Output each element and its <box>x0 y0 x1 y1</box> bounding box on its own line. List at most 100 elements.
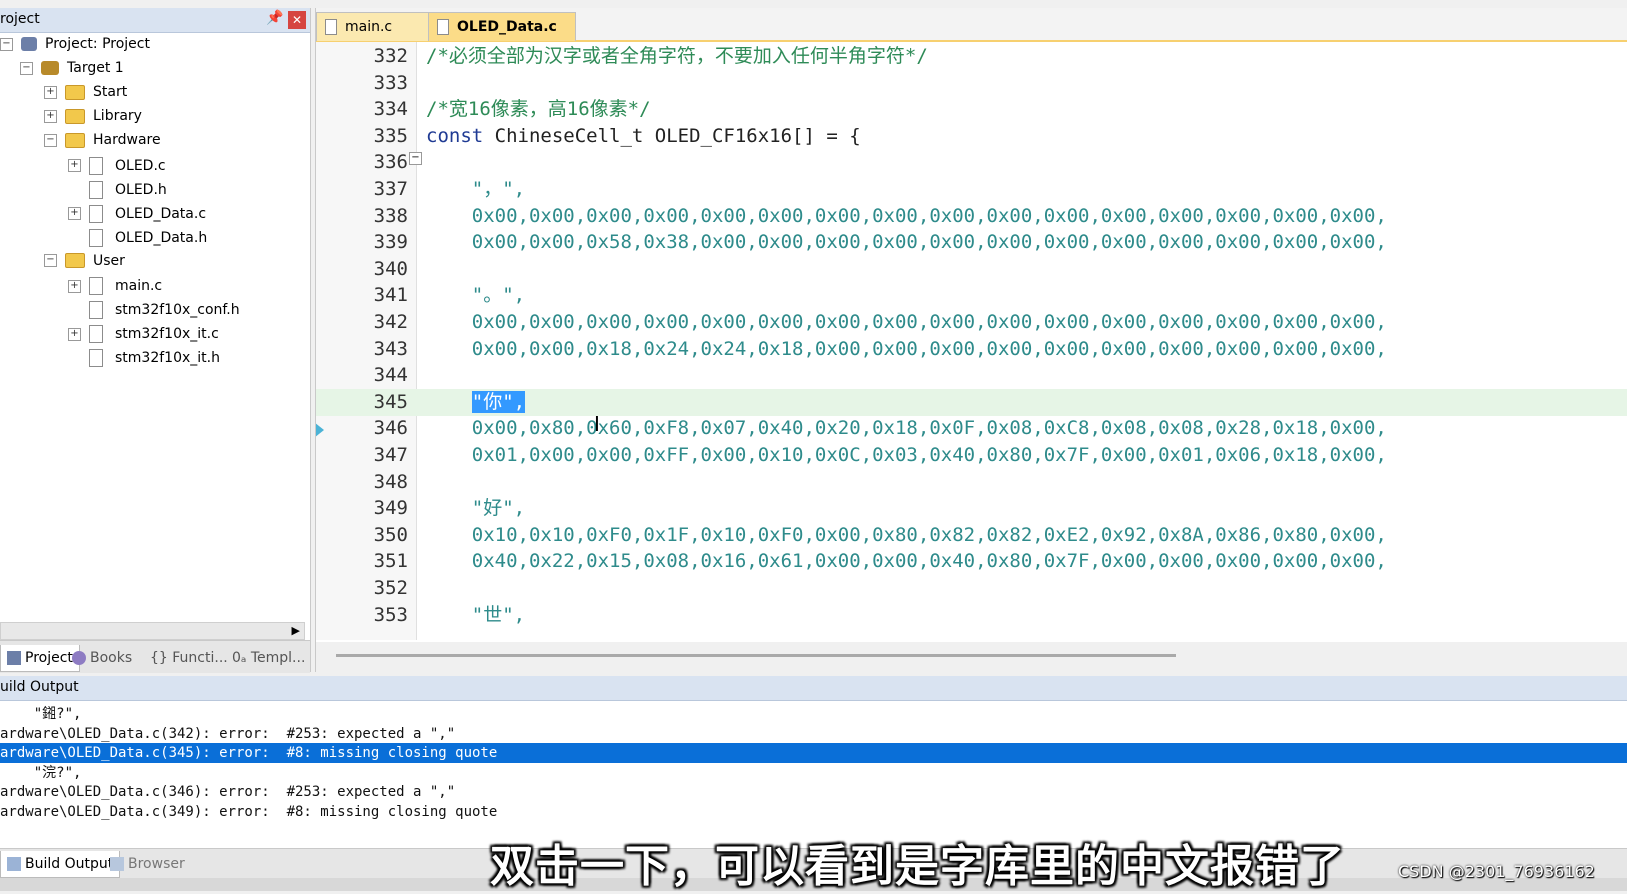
file-icon <box>89 349 103 368</box>
close-panel-button[interactable]: ✕ <box>288 11 306 29</box>
build-output-line[interactable]: ardware\OLED_Data.c(342): error: #253: e… <box>0 724 1627 744</box>
tree-item-label: OLED_Data.h <box>115 229 208 246</box>
collapse-icon[interactable]: − <box>0 37 13 51</box>
tab-templates[interactable]: 0ₐ Templ... <box>232 645 305 671</box>
tree-item-label: Library <box>93 108 142 125</box>
code-line[interactable]: 353 "世", <box>316 602 1627 629</box>
tab-build-output[interactable]: Build Output <box>0 851 121 878</box>
tree-item-label: main.c <box>115 278 163 294</box>
expand-icon[interactable]: + <box>68 207 81 221</box>
code-line[interactable]: 334 /*宽16像素，高16像素*/ <box>316 96 1627 123</box>
fold-collapse-icon[interactable]: − <box>409 152 422 165</box>
code-line[interactable]: 337 "，", <box>316 176 1627 203</box>
tree-item[interactable]: + main.c <box>68 277 162 299</box>
tree-item-label: Start <box>93 84 128 101</box>
tab-project[interactable]: Project <box>0 645 80 672</box>
tree-item[interactable]: − Project: Project <box>0 36 150 58</box>
tree-item-label: stm32f10x_it.c <box>115 326 219 343</box>
tree-item[interactable]: − Target 1 <box>20 60 124 82</box>
code-line[interactable]: 348 <box>316 469 1627 496</box>
pin-icon[interactable]: 📌 <box>266 10 283 26</box>
video-subtitle: 双击一下，可以看到是字库里的中文报错了 <box>490 841 1345 892</box>
code-line[interactable]: 340 <box>316 256 1627 283</box>
code-text: "世", <box>426 603 526 626</box>
code-text: /*必须全部为汉字或者全角字符，不要加入任何半角字符*/ <box>426 45 928 67</box>
build-output-line[interactable]: "鎺?", <box>0 704 1627 724</box>
collapse-icon[interactable]: − <box>44 254 57 268</box>
scroll-right-arrow-icon[interactable]: ▶ <box>292 624 300 637</box>
code-line[interactable]: 349 "好", <box>316 495 1627 522</box>
line-number: 345 <box>373 390 408 413</box>
line-number: 336 <box>373 151 408 174</box>
code-line[interactable]: 339 0x00,0x00,0x58,0x38,0x00,0x00,0x00,0… <box>316 229 1627 256</box>
code-line[interactable]: 333 <box>316 70 1627 97</box>
code-text: 0x00,0x80,0x60,0xF8,0x07,0x40,0x20,0x18,… <box>426 417 1387 440</box>
tree-item[interactable]: stm32f10x_it.h <box>68 349 220 371</box>
expand-icon[interactable]: + <box>68 159 81 172</box>
tree-item[interactable]: + OLED.c <box>68 156 166 179</box>
tree-item[interactable]: OLED_Data.h <box>68 228 208 251</box>
tree-item[interactable]: stm32f10x_conf.h <box>68 301 240 323</box>
code-text: 0x00,0x00,0x58,0x38,0x00,0x00,0x00,0x00,… <box>426 231 1387 254</box>
tree-item[interactable]: + Library <box>44 108 142 130</box>
scrollbar-thumb[interactable] <box>336 654 1176 657</box>
build-output-title: uild Output <box>0 679 79 695</box>
code-text: "。", <box>426 284 526 307</box>
line-number: 351 <box>373 550 408 573</box>
tree-item[interactable]: − Hardware <box>44 132 161 154</box>
project-panel-header: roject 📌 ✕ <box>0 8 310 33</box>
folder-icon <box>65 132 85 148</box>
line-number: 350 <box>373 523 408 546</box>
code-area[interactable]: 332 /*必须全部为汉字或者全角字符，不要加入任何半角字符*/ 333 334 /*宽… <box>316 42 1627 640</box>
build-output-line[interactable]: "浣?", <box>0 763 1627 783</box>
code-line[interactable]: 342 0x00,0x00,0x00,0x00,0x00,0x00,0x00,0… <box>316 309 1627 336</box>
tab-browser[interactable]: Browser <box>110 851 185 877</box>
tree-item[interactable]: + OLED_Data.c <box>68 204 207 227</box>
code-text: 0x00,0x00,0x00,0x00,0x00,0x00,0x00,0x00,… <box>426 204 1387 227</box>
code-line[interactable]: 352 <box>316 575 1627 602</box>
code-line[interactable]: 338 0x00,0x00,0x00,0x00,0x00,0x00,0x00,0… <box>316 203 1627 230</box>
tree-item[interactable]: + Start <box>44 84 127 106</box>
tree-item[interactable]: OLED.h <box>68 180 167 203</box>
tab-main-c[interactable]: main.c <box>316 12 438 41</box>
expand-icon[interactable]: + <box>44 85 57 99</box>
tree-item[interactable]: + stm32f10x_it.c <box>68 325 219 347</box>
build-output-line[interactable]: ardware\OLED_Data.c(349): error: #8: mis… <box>0 802 1627 822</box>
build-output-line[interactable]: ardware\OLED_Data.c(346): error: #253: e… <box>0 782 1627 802</box>
code-line[interactable]: 335 const ChineseCell_t OLED_CF16x16[] = … <box>316 123 1627 150</box>
expand-icon[interactable]: + <box>68 327 81 341</box>
code-line[interactable]: 351 0x40,0x22,0x15,0x08,0x16,0x61,0x00,0… <box>316 548 1627 575</box>
code-line[interactable]: 336 <box>316 149 1627 176</box>
tab-functions[interactable]: {} Functi... <box>150 645 228 671</box>
code-line[interactable]: 350 0x10,0x10,0xF0,0x1F,0x10,0xF0,0x00,0… <box>316 522 1627 549</box>
code-line[interactable]: 343 0x00,0x00,0x18,0x24,0x24,0x18,0x00,0… <box>316 336 1627 363</box>
expand-icon[interactable]: + <box>44 109 57 123</box>
tab-books[interactable]: Books <box>72 645 132 671</box>
tree-item-label: OLED.h <box>115 181 167 198</box>
collapse-icon[interactable]: − <box>44 133 57 147</box>
editor-horizontal-scrollbar[interactable] <box>316 642 1627 672</box>
browser-icon <box>110 857 124 871</box>
code-line[interactable]: 332 /*必须全部为汉字或者全角字符，不要加入任何半角字符*/ <box>316 43 1627 70</box>
tree-item-label: OLED_Data.c <box>115 205 207 222</box>
tab-oled-data-c[interactable]: OLED_Data.c <box>428 12 576 41</box>
watermark: CSDN @2301_76936162 <box>1398 862 1595 881</box>
collapse-icon[interactable]: − <box>20 61 33 75</box>
tree-item[interactable]: − User <box>44 253 125 275</box>
code-editor: main.c OLED_Data.c 332 /*必须全部为汉字或者全角字符，不要… <box>315 8 1627 672</box>
code-text: 0x10,0x10,0xF0,0x1F,0x10,0xF0,0x00,0x80,… <box>426 523 1387 546</box>
code-line[interactable]: 345 "你", <box>316 388 1627 416</box>
file-icon <box>89 228 103 247</box>
project-tab-icon <box>7 651 21 665</box>
current-line-arrow-icon <box>316 422 324 438</box>
code-line[interactable]: 341 "。", <box>316 282 1627 309</box>
project-horizontal-scrollbar[interactable]: ▶ <box>0 622 305 640</box>
code-line[interactable]: 346 0x00,0x80,0x60,0xF8,0x07,0x40,0x20,0… <box>316 415 1627 442</box>
code-line[interactable]: 347 0x01,0x00,0x00,0xFF,0x00,0x10,0x0C,0… <box>316 442 1627 469</box>
build-output-icon <box>7 857 21 871</box>
code-line[interactable]: 344 <box>316 362 1627 389</box>
code-text: "好", <box>426 497 526 520</box>
expand-icon[interactable]: + <box>68 279 81 293</box>
build-output-line[interactable]: ardware\OLED_Data.c(345): error: #8: mis… <box>0 743 1627 764</box>
tree-item-label: stm32f10x_conf.h <box>115 302 240 319</box>
